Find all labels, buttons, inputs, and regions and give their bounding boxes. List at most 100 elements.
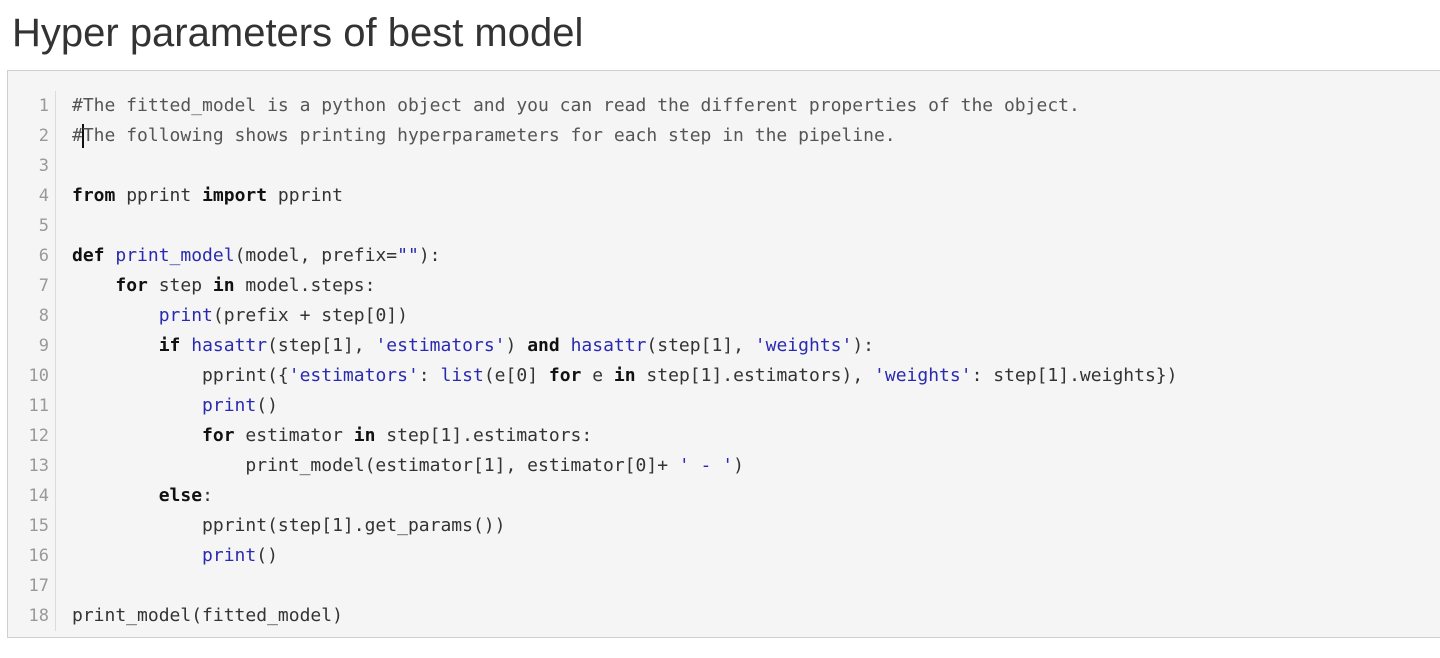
token-code-text: : bbox=[418, 365, 441, 386]
code-line[interactable]: 14 else: bbox=[8, 481, 1440, 511]
code-line[interactable]: 1 #The fitted_model is a python object an… bbox=[8, 91, 1440, 121]
code-content: pprint(step[1].get_params()) bbox=[72, 511, 505, 541]
code-content: if hasattr(step[1], 'estimators') and ha… bbox=[72, 331, 874, 361]
token-code-text: estimator bbox=[234, 425, 354, 446]
code-line[interactable]: 2 #The following shows printing hyperpara… bbox=[8, 121, 1440, 151]
token-code-text bbox=[180, 335, 191, 356]
line-number: 5 bbox=[8, 211, 56, 241]
code-line[interactable]: 18 print_model(fitted_model) bbox=[8, 601, 1440, 631]
token-code-text: () bbox=[256, 395, 278, 416]
token-code-text: step[1].estimators), bbox=[635, 365, 875, 386]
token-keyword: else bbox=[158, 485, 203, 506]
token-builtin: print bbox=[158, 305, 213, 326]
code-line[interactable]: 11 print() bbox=[8, 391, 1440, 421]
token-keyword: in bbox=[212, 275, 235, 296]
code-content: print() bbox=[72, 541, 278, 571]
token-code-text: e bbox=[581, 365, 614, 386]
token-code-text: : bbox=[202, 485, 213, 506]
token-string: 'weights' bbox=[754, 335, 853, 356]
line-number: 1 bbox=[8, 91, 56, 121]
token-builtin: print bbox=[202, 395, 257, 416]
token-string: 'weights' bbox=[874, 365, 972, 386]
line-number: 9 bbox=[8, 331, 56, 361]
code-content: print_model(fitted_model) bbox=[72, 601, 343, 631]
code-line[interactable]: 16 print() bbox=[8, 541, 1440, 571]
section-title: Hyper parameters of best model bbox=[12, 11, 584, 55]
token-code-text bbox=[72, 485, 159, 506]
token-code-text bbox=[560, 335, 571, 356]
line-number: 17 bbox=[8, 571, 56, 601]
page: Hyper parameters of best model 1 #The fit… bbox=[0, 0, 1440, 658]
token-builtin: hasattr bbox=[191, 335, 268, 356]
token-comment: The following shows printing hyperparame… bbox=[82, 125, 896, 146]
line-number: 3 bbox=[8, 151, 56, 181]
line-number: 14 bbox=[8, 481, 56, 511]
code-content: #The following shows printing hyperparam… bbox=[72, 121, 896, 151]
token-code-text bbox=[72, 425, 202, 446]
code-line[interactable]: 8 print(prefix + step[0]) bbox=[8, 301, 1440, 331]
token-code-text: step bbox=[147, 275, 213, 296]
token-keyword: and bbox=[527, 335, 560, 356]
token-code-text: () bbox=[256, 545, 278, 566]
code-content: for estimator in step[1].estimators: bbox=[72, 421, 592, 451]
token-code-text bbox=[72, 305, 159, 326]
token-code-text: (prefix + step[0]) bbox=[212, 305, 408, 326]
token-code-text: (e[0] bbox=[483, 365, 549, 386]
code-line[interactable]: 6 def print_model(model, prefix=""): bbox=[8, 241, 1440, 271]
token-keyword: def bbox=[72, 245, 105, 266]
token-string: 'estimators' bbox=[288, 365, 419, 386]
line-number: 11 bbox=[8, 391, 56, 421]
token-keyword: from bbox=[72, 185, 116, 206]
token-code-text: ): bbox=[418, 245, 441, 266]
token-code-text: pprint({ bbox=[72, 365, 289, 386]
code-line[interactable]: 4 from pprint import pprint bbox=[8, 181, 1440, 211]
code-line[interactable]: 17 bbox=[8, 571, 1440, 601]
token-builtin: list bbox=[440, 365, 484, 386]
code-line[interactable]: 5 bbox=[8, 211, 1440, 241]
code-content: pprint({'estimators': list(e[0] for e in… bbox=[72, 361, 1177, 391]
token-builtin: print bbox=[202, 545, 257, 566]
code-content: print() bbox=[72, 391, 278, 421]
token-string: 'estimators' bbox=[375, 335, 506, 356]
code-line[interactable]: 3 bbox=[8, 151, 1440, 181]
code-content: print(prefix + step[0]) bbox=[72, 301, 408, 331]
code-line[interactable]: 7 for step in model.steps: bbox=[8, 271, 1440, 301]
code-line[interactable]: 12 for estimator in step[1].estimators: bbox=[8, 421, 1440, 451]
code-content: for step in model.steps: bbox=[72, 271, 375, 301]
token-code-text bbox=[72, 395, 202, 416]
code-line[interactable]: 15 pprint(step[1].get_params()) bbox=[8, 511, 1440, 541]
code-content: print_model(estimator[1], estimator[0]+ … bbox=[72, 451, 744, 481]
token-code-text bbox=[72, 335, 159, 356]
token-code-text: model.steps: bbox=[234, 275, 376, 296]
token-code-text: print_model(estimator[1], estimator[0]+ bbox=[72, 455, 679, 476]
token-code-text bbox=[105, 245, 116, 266]
code-line[interactable]: 10 pprint({'estimators': list(e[0] for e… bbox=[8, 361, 1440, 391]
token-code-text: ) bbox=[505, 335, 528, 356]
line-number: 10 bbox=[8, 361, 56, 391]
token-code-text: pprint bbox=[267, 185, 343, 206]
code-line[interactable]: 9 if hasattr(step[1], 'estimators') and … bbox=[8, 331, 1440, 361]
token-keyword: import bbox=[202, 185, 268, 206]
code-lines: 1 #The fitted_model is a python object an… bbox=[8, 91, 1440, 631]
code-content: from pprint import pprint bbox=[72, 181, 343, 211]
token-keyword: if bbox=[158, 335, 181, 356]
line-number: 15 bbox=[8, 511, 56, 541]
token-keyword: in bbox=[613, 365, 636, 386]
line-number: 12 bbox=[8, 421, 56, 451]
token-code-text: step[1].estimators: bbox=[375, 425, 593, 446]
token-keyword: in bbox=[353, 425, 376, 446]
code-editor[interactable]: 1 #The fitted_model is a python object an… bbox=[7, 70, 1440, 638]
token-code-text: (step[1], bbox=[646, 335, 755, 356]
code-line[interactable]: 13 print_model(estimator[1], estimator[0… bbox=[8, 451, 1440, 481]
token-keyword: for bbox=[548, 365, 582, 386]
token-builtin: hasattr bbox=[570, 335, 647, 356]
token-keyword: for bbox=[202, 425, 235, 446]
line-number: 2 bbox=[8, 121, 56, 151]
line-number: 8 bbox=[8, 301, 56, 331]
token-function-name: print_model bbox=[115, 245, 235, 266]
token-code-text bbox=[72, 545, 202, 566]
line-number: 6 bbox=[8, 241, 56, 271]
line-number: 13 bbox=[8, 451, 56, 481]
token-code-text: (step[1], bbox=[267, 335, 376, 356]
token-code-text: ) bbox=[733, 455, 744, 476]
